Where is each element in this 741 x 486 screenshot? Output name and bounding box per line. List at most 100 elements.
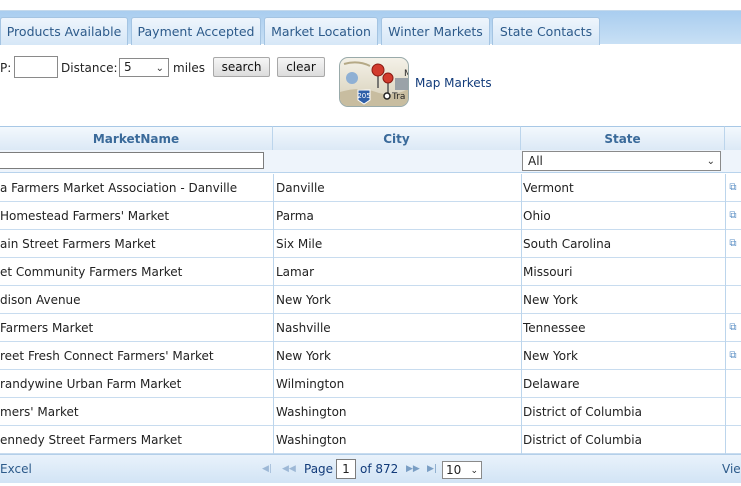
table-row[interactable]: Farmers Market Nashville Tennessee ⧉ [0,314,741,342]
distance-value: 5 [124,60,132,74]
table-row[interactable]: Homestead Farmers' Market Parma Ohio ⧉ [0,202,741,230]
column-divider [521,426,522,454]
cell-state: Delaware [523,377,580,391]
column-divider [725,174,726,202]
clear-button[interactable]: clear [277,57,325,77]
cell-city: Parma [276,209,314,223]
column-divider [725,398,726,426]
column-divider [725,258,726,286]
cell-state: District of Columbia [523,405,642,419]
page-size-select[interactable]: 10 ⌄ [442,461,482,479]
external-link-icon [725,426,741,454]
state-filter-select[interactable]: All ⌄ [522,151,721,171]
filter-row: All ⌄ [0,150,741,173]
external-link-icon[interactable]: ⧉ [725,174,741,202]
view-link[interactable]: Vie [722,461,741,477]
cell-marketname[interactable]: ain Street Farmers Market [0,230,272,258]
cell-marketname[interactable]: a Farmers Market Association - Danville [0,174,272,202]
column-divider [725,426,726,454]
chevron-down-icon: ⌄ [706,156,715,167]
column-divider [273,398,274,426]
external-link-icon[interactable]: ⧉ [725,314,741,342]
tab-winter-markets[interactable]: Winter Markets [381,17,490,45]
cell-marketname[interactable]: Homestead Farmers' Market [0,202,272,230]
map-icon-shield-text: 205 [357,92,370,100]
cell-marketname[interactable]: et Community Farmers Market [0,258,272,286]
cell-state: District of Columbia [523,433,642,447]
search-button[interactable]: search [213,57,270,77]
map-markets-link[interactable]: Map Markets [415,76,492,90]
cell-state: Missouri [523,265,573,279]
tab-market-location[interactable]: Market Location [264,17,378,45]
column-divider [273,230,274,258]
cell-state: South Carolina [523,237,612,251]
column-divider [273,202,274,230]
zip-input[interactable] [14,56,58,78]
export-excel-link[interactable]: Excel [0,461,32,477]
chevron-down-icon: ⌄ [470,466,478,476]
cell-city: Washington [276,433,347,447]
column-divider [725,286,726,314]
external-link-icon [725,286,741,314]
first-page-icon[interactable]: ◀| [262,461,272,477]
cell-marketname[interactable]: Farmers Market [0,314,272,342]
column-divider [725,202,726,230]
column-divider [273,286,274,314]
next-page-icon[interactable]: ▶▶ [406,461,420,477]
column-divider [725,370,726,398]
grid-pager: Excel ◀| ◀◀ Page 1 of 872 ▶▶ ▶| 10 ⌄ Vie [0,454,741,483]
tab-products-available[interactable]: Products Available [0,17,128,45]
last-page-icon[interactable]: ▶| [427,461,437,477]
column-header-city[interactable]: City [273,126,521,150]
state-filter-value: All [528,154,543,168]
map-markets-icon[interactable]: 205 Tra M [339,57,409,107]
cell-marketname[interactable]: mers' Market [0,398,272,426]
cell-marketname[interactable]: dison Avenue [0,286,272,314]
column-header-state[interactable]: State [521,126,725,150]
table-row[interactable]: randywine Urban Farm Market Wilmington Del… [0,370,741,398]
column-divider [521,174,522,202]
cell-city: Six Mile [276,237,323,251]
cell-marketname[interactable]: randywine Urban Farm Market [0,370,272,398]
external-link-icon[interactable]: ⧉ [725,202,741,230]
column-divider [521,202,522,230]
table-row[interactable]: ennedy Street Farmers Market Washington Di… [0,426,741,454]
map-icon-text: Tra [391,92,405,102]
column-divider [725,314,726,342]
cell-city: Wilmington [276,377,345,391]
tab-state-contacts[interactable]: State Contacts [492,17,600,45]
external-link-icon[interactable]: ⧉ [725,342,741,370]
table-row[interactable]: reet Fresh Connect Farmers' Market New Yo… [0,342,741,370]
tab-strip: Products Available Payment Accepted Mark… [0,10,741,45]
previous-page-icon[interactable]: ◀◀ [282,461,296,477]
column-divider [521,230,522,258]
column-divider [521,398,522,426]
column-header-marketname[interactable]: MarketName [0,126,273,150]
marketname-filter-input[interactable] [0,152,264,169]
cell-city: Lamar [276,265,315,279]
table-row[interactable]: dison Avenue New York New York [0,286,741,314]
cell-state: New York [523,349,578,363]
column-divider [521,314,522,342]
table-row[interactable]: ain Street Farmers Market Six Mile South C… [0,230,741,258]
cell-city: New York [276,349,331,363]
cell-state: Ohio [523,209,551,223]
page-number-input[interactable]: 1 [336,459,356,479]
map-icon-text-2: M [404,69,409,79]
cell-marketname[interactable]: reet Fresh Connect Farmers' Market [0,342,272,370]
cell-marketname[interactable]: ennedy Street Farmers Market [0,426,272,454]
tab-payment-accepted[interactable]: Payment Accepted [131,17,261,45]
cell-state: Tennessee [523,321,586,335]
external-link-icon[interactable]: ⧉ [725,230,741,258]
column-divider [273,426,274,454]
table-row[interactable]: a Farmers Market Association - Danville D… [0,174,741,202]
column-divider [521,342,522,370]
page-label: Page [304,462,334,476]
table-row[interactable]: et Community Farmers Market Lamar Missouri [0,258,741,286]
column-divider [273,174,274,202]
cell-state: New York [523,293,578,307]
table-row[interactable]: mers' Market Washington District of Columb… [0,398,741,426]
column-divider [521,370,522,398]
distance-select[interactable]: 5 ⌄ [119,58,169,77]
column-divider [273,370,274,398]
